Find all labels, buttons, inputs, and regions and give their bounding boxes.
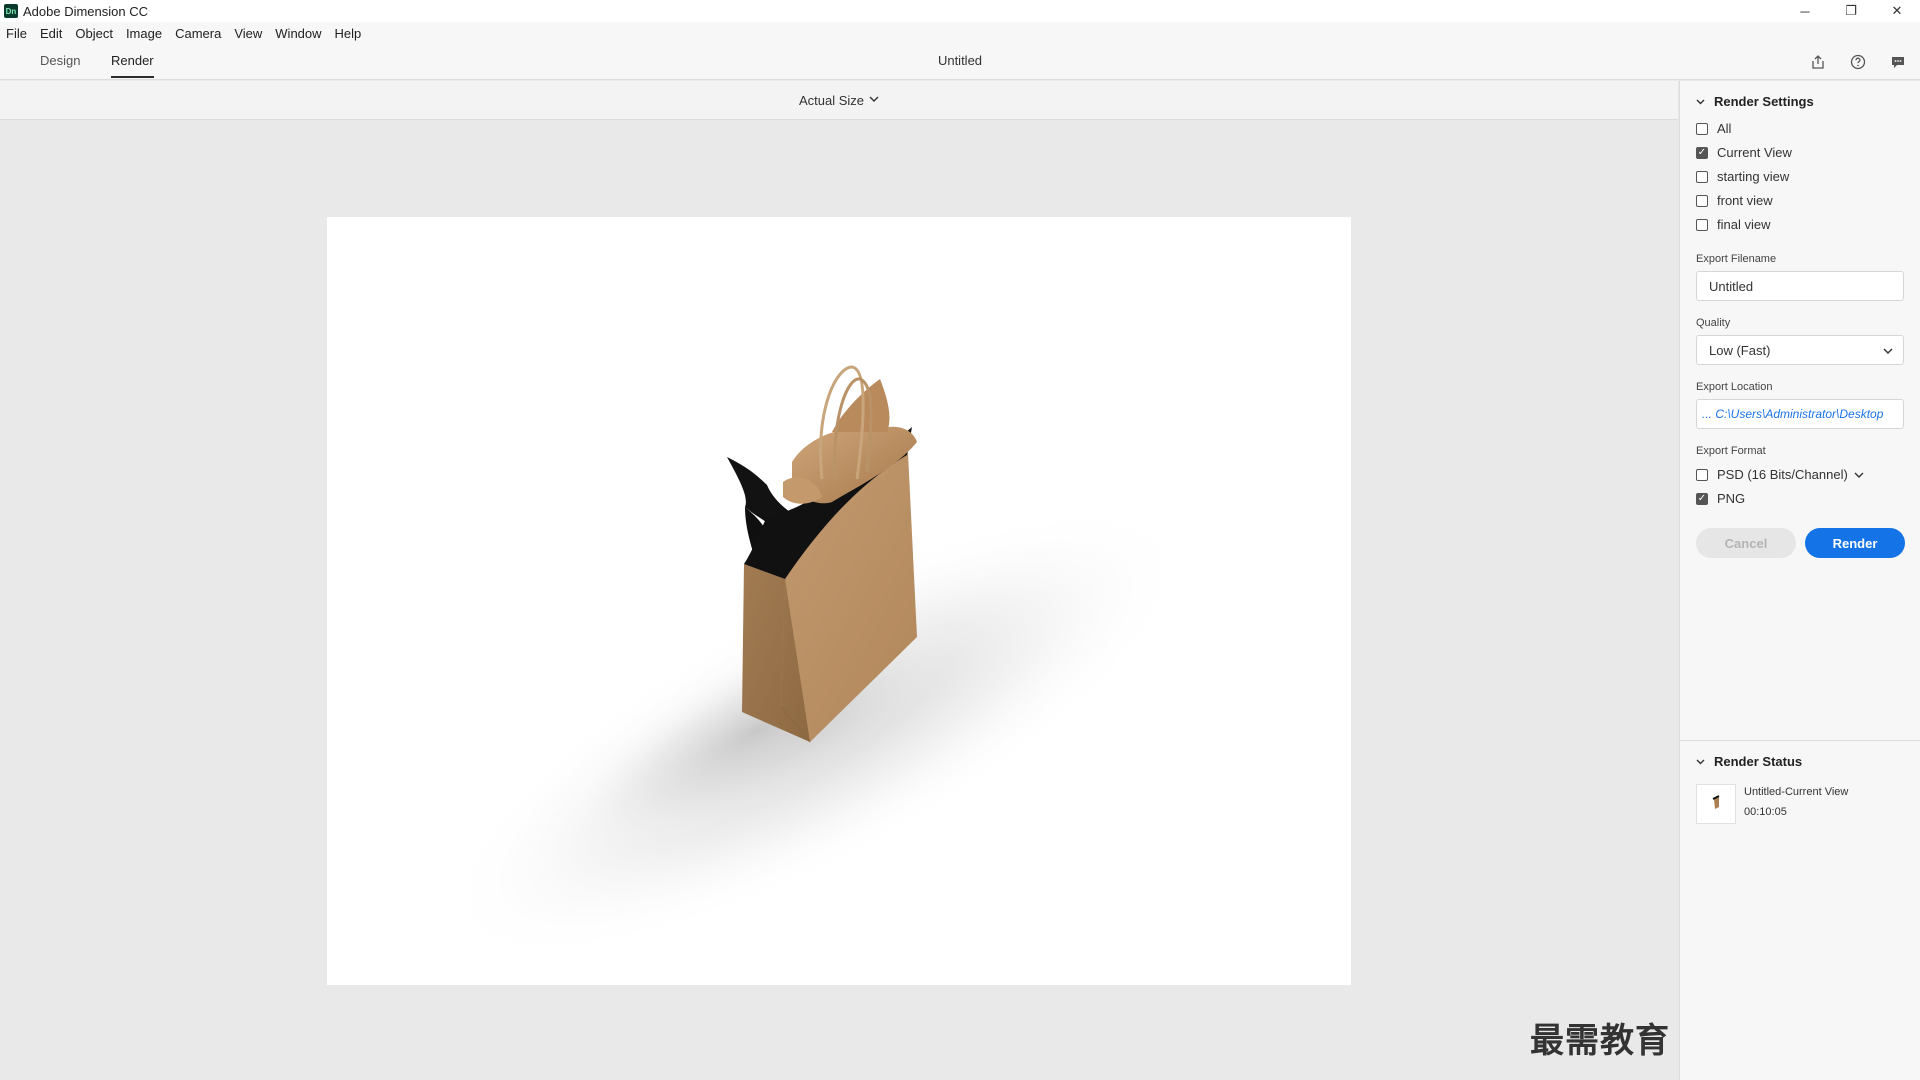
view-checkbox-final-view[interactable]: final view — [1696, 217, 1770, 232]
title-bar: Dn Adobe Dimension CC ─ ❐ ✕ — [0, 0, 1920, 22]
export-format-label: Export Format — [1696, 445, 1766, 457]
menu-object[interactable]: Object — [75, 26, 113, 41]
format-checkbox-png[interactable]: PNG — [1696, 491, 1745, 506]
view-label: All — [1717, 121, 1732, 136]
checkbox[interactable] — [1696, 468, 1708, 481]
top-icons — [1808, 52, 1908, 72]
menu-view[interactable]: View — [234, 26, 262, 41]
menu-camera[interactable]: Camera — [175, 26, 221, 41]
checkbox[interactable] — [1696, 146, 1708, 159]
menu-window[interactable]: Window — [275, 26, 321, 41]
view-label: final view — [1717, 217, 1771, 232]
shopping-bag-render — [440, 365, 1192, 962]
chevron-down-icon[interactable] — [1696, 97, 1705, 107]
help-icon[interactable] — [1848, 52, 1868, 72]
chevron-down-icon[interactable] — [1883, 343, 1893, 358]
chevron-down-icon[interactable] — [1696, 757, 1705, 767]
view-checkbox-all[interactable]: All — [1696, 121, 1731, 136]
menu-bar: File Edit Object Image Camera View Windo… — [0, 22, 1920, 44]
comment-icon[interactable] — [1888, 52, 1908, 72]
quality-select[interactable]: Low (Fast) — [1696, 335, 1904, 365]
share-icon[interactable] — [1808, 52, 1828, 72]
watermark-text: 最需教育 — [1530, 1021, 1670, 1061]
render-status-header[interactable]: Render Status — [1696, 754, 1802, 769]
checkbox[interactable] — [1696, 492, 1708, 505]
export-location-label: Export Location — [1696, 381, 1773, 393]
render-status-title: Render Status — [1714, 754, 1803, 769]
chevron-down-icon[interactable] — [1854, 467, 1864, 482]
checkbox[interactable] — [1696, 122, 1708, 135]
format-checkbox-psd[interactable]: PSD (16 Bits/Channel) — [1696, 467, 1864, 482]
render-thumbnail[interactable] — [1696, 784, 1736, 824]
chevron-down-icon[interactable] — [869, 95, 879, 105]
export-location-field[interactable]: ... C:\Users\Administrator\Desktop — [1696, 399, 1904, 429]
menu-image[interactable]: Image — [126, 26, 162, 41]
zoom-bar: Actual Size — [0, 81, 1678, 120]
render-preview[interactable] — [327, 217, 1351, 985]
view-checkbox-front-view[interactable]: front view — [1696, 193, 1773, 208]
canvas-area: Actual Size 最需教育 — [0, 81, 1678, 1080]
app-logo-icon: Dn — [4, 4, 18, 18]
menu-file[interactable]: File — [6, 26, 27, 41]
checkbox[interactable] — [1696, 194, 1708, 207]
window-controls: ─ ❐ ✕ — [1782, 0, 1920, 22]
document-title: Untitled — [937, 53, 983, 68]
close-button[interactable]: ✕ — [1874, 0, 1920, 22]
view-label: starting view — [1717, 169, 1790, 184]
checkbox[interactable] — [1696, 170, 1708, 183]
quality-label: Quality — [1696, 317, 1731, 329]
render-settings-header[interactable]: Render Settings — [1696, 94, 1814, 109]
zoom-dropdown[interactable]: Actual Size — [799, 93, 864, 108]
menu-help[interactable]: Help — [335, 26, 362, 41]
view-label: Current View — [1717, 145, 1792, 160]
mode-bar: Design Render Untitled — [0, 44, 1920, 80]
render-settings-panel: Render Settings All Current View startin… — [1679, 81, 1920, 1080]
export-filename-label: Export Filename — [1696, 253, 1777, 265]
render-settings-title: Render Settings — [1714, 94, 1814, 109]
quality-value: Low (Fast) — [1709, 342, 1771, 358]
view-checkbox-starting-view[interactable]: starting view — [1696, 169, 1789, 184]
render-item-name: Untitled-Current View — [1744, 786, 1849, 798]
view-label: front view — [1717, 193, 1773, 208]
restore-button[interactable]: ❐ — [1828, 0, 1874, 22]
checkbox[interactable] — [1696, 218, 1708, 231]
minimize-button[interactable]: ─ — [1782, 0, 1828, 22]
cancel-button[interactable]: Cancel — [1696, 528, 1796, 558]
view-checkbox-current-view[interactable]: Current View — [1696, 145, 1792, 160]
format-label: PSD (16 Bits/Channel) — [1717, 467, 1848, 482]
render-item-time: 00:10:05 — [1744, 806, 1787, 818]
render-button[interactable]: Render — [1805, 528, 1905, 558]
divider — [1680, 740, 1920, 741]
menu-edit[interactable]: Edit — [40, 26, 62, 41]
export-filename-input[interactable]: Untitled — [1696, 271, 1904, 301]
format-label: PNG — [1717, 491, 1746, 506]
app-title: Adobe Dimension CC — [23, 3, 149, 19]
